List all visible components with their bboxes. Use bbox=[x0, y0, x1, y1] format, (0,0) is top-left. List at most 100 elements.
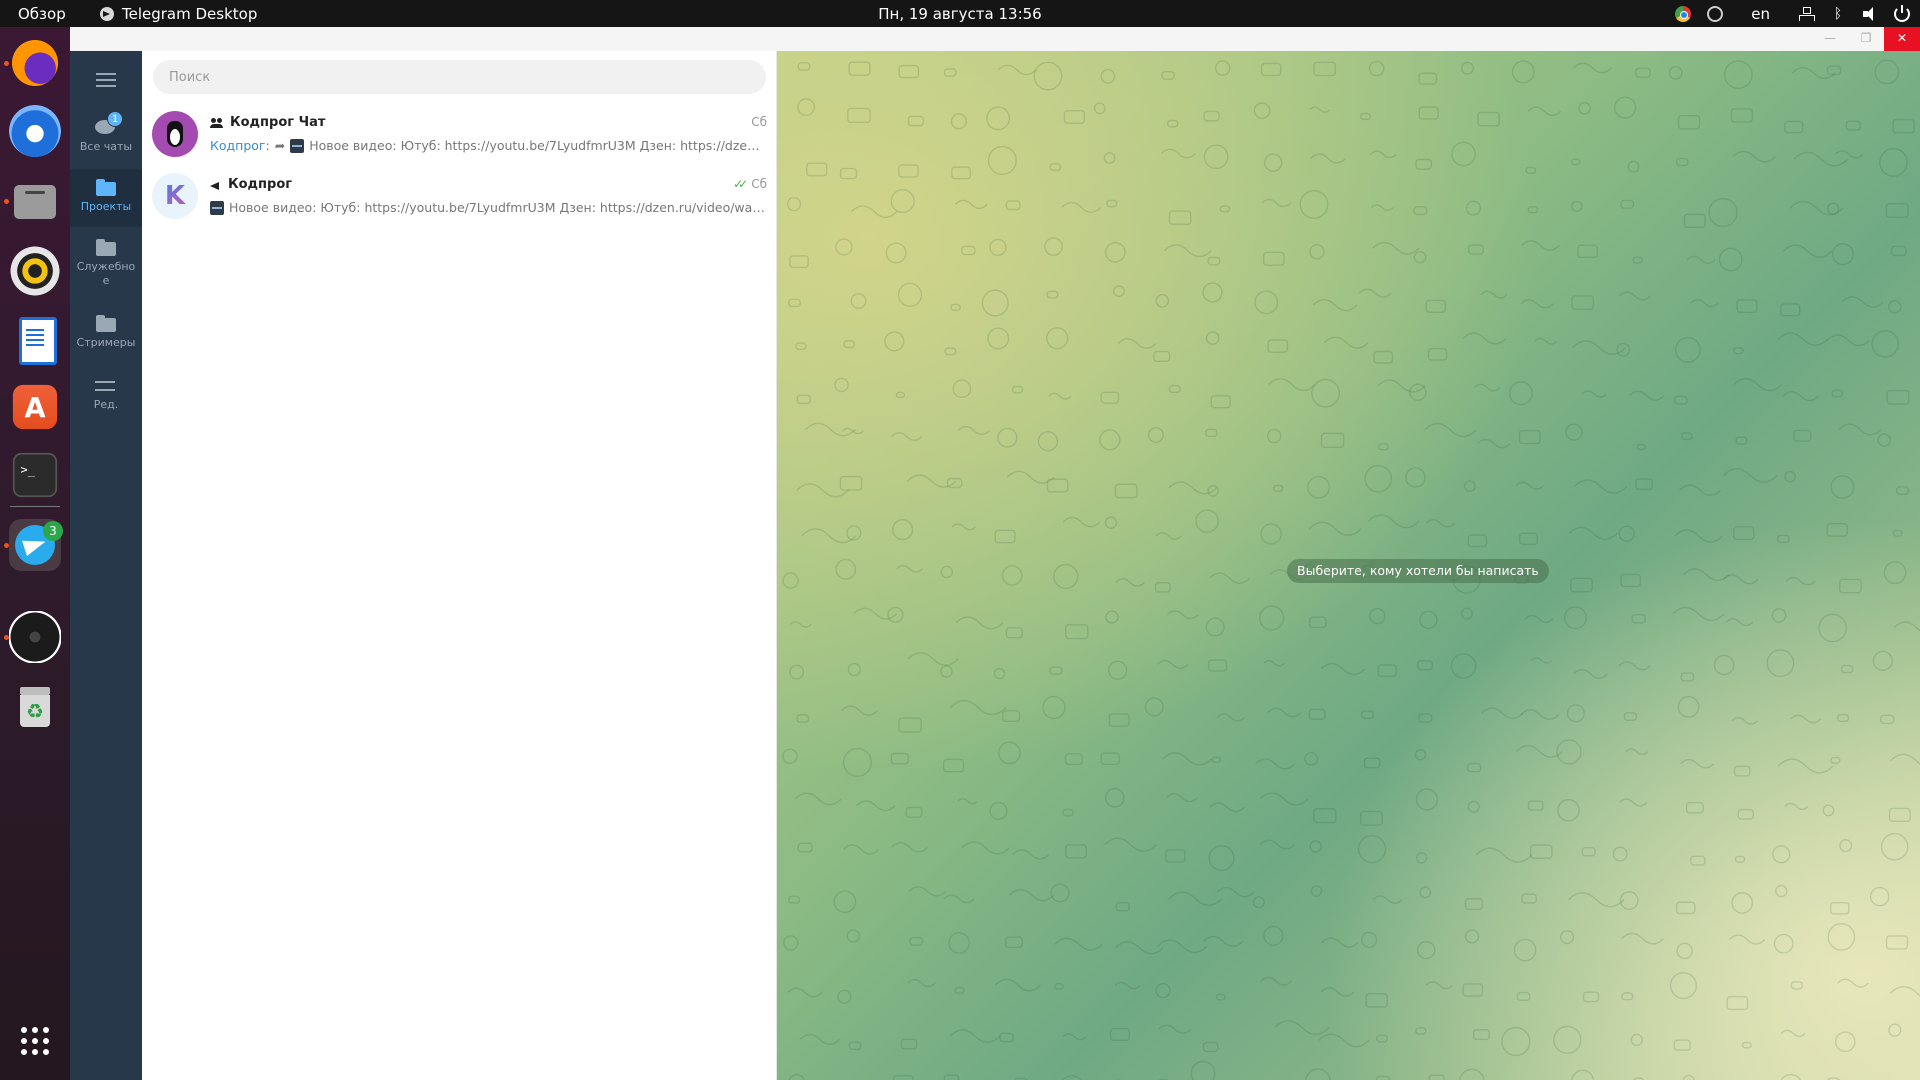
minimize-button[interactable]: — bbox=[1812, 27, 1848, 51]
maximize-button[interactable]: ❐ bbox=[1848, 27, 1884, 51]
wallpaper-doodle bbox=[1520, 709, 1560, 720]
wallpaper-doodle bbox=[1046, 290, 1059, 299]
wallpaper-doodle bbox=[1114, 483, 1138, 499]
wallpaper-doodle bbox=[1261, 198, 1292, 208]
wallpaper-doodle bbox=[1627, 160, 1640, 173]
wallpaper-doodle bbox=[957, 798, 979, 805]
wallpaper-doodle bbox=[1414, 748, 1427, 761]
obs-studio-icon[interactable] bbox=[9, 611, 61, 663]
wallpaper-doodle bbox=[1005, 627, 1023, 639]
wallpaper-doodle bbox=[1254, 290, 1279, 315]
folder-projects[interactable]: Проекты bbox=[70, 169, 142, 227]
chrome-indicator-icon[interactable] bbox=[1675, 5, 1692, 22]
folder-edit[interactable]: Ред. bbox=[70, 369, 142, 427]
wallpaper-doodle bbox=[1323, 336, 1369, 349]
wallpaper-doodle bbox=[1476, 438, 1511, 449]
wallpaper-doodle bbox=[1880, 714, 1895, 725]
wallpaper-doodle bbox=[890, 189, 915, 214]
wallpaper-doodle bbox=[1462, 983, 1484, 997]
wallpaper-doodle bbox=[1682, 1074, 1695, 1080]
wallpaper-doodle bbox=[1037, 431, 1059, 452]
wallpaper-doodle bbox=[788, 298, 801, 308]
files-icon[interactable] bbox=[9, 175, 61, 227]
hamburger-menu-icon[interactable] bbox=[96, 73, 116, 87]
wallpaper-doodle bbox=[1782, 391, 1819, 402]
wallpaper-doodle bbox=[1775, 884, 1788, 898]
wallpaper-doodle bbox=[1214, 60, 1231, 76]
wallpaper-doodle bbox=[1463, 480, 1476, 493]
libreoffice-writer-icon[interactable] bbox=[9, 313, 61, 365]
thunderbird-icon[interactable] bbox=[9, 105, 61, 157]
wallpaper-doodle bbox=[1049, 666, 1063, 676]
trash-icon[interactable] bbox=[9, 681, 61, 733]
wallpaper-doodle bbox=[1263, 659, 1285, 667]
folder-streamers[interactable]: Стримеры bbox=[70, 307, 142, 365]
keyboard-layout-indicator[interactable]: en bbox=[1751, 5, 1770, 23]
obs-indicator-icon[interactable] bbox=[1707, 5, 1724, 22]
telegram-dock-icon[interactable]: 3 bbox=[9, 519, 63, 571]
wallpaper-doodle bbox=[1623, 712, 1638, 722]
wallpaper-doodle bbox=[1518, 429, 1541, 445]
rhythmbox-icon[interactable] bbox=[9, 245, 61, 297]
wallpaper-doodle bbox=[1115, 941, 1164, 955]
wallpaper-doodle bbox=[1416, 940, 1436, 960]
wallpaper-doodle bbox=[847, 107, 871, 124]
wallpaper-doodle bbox=[1673, 395, 1688, 405]
volume-icon[interactable] bbox=[1862, 6, 1878, 22]
wallpaper-doodle bbox=[1308, 708, 1326, 720]
wallpaper-doodle bbox=[957, 425, 991, 436]
close-button[interactable]: ✕ bbox=[1884, 27, 1920, 51]
wallpaper-doodle bbox=[1202, 282, 1223, 303]
wallpaper-doodle bbox=[891, 842, 929, 853]
clock[interactable]: Пн, 19 августа 13:56 bbox=[0, 5, 1920, 23]
wallpaper-doodle bbox=[1263, 925, 1284, 947]
wallpaper-doodle bbox=[1427, 347, 1448, 361]
bluetooth-icon[interactable]: ᛒ bbox=[1830, 6, 1846, 22]
wallpaper-doodle bbox=[1785, 576, 1816, 586]
wallpaper-doodle bbox=[896, 564, 923, 573]
wallpaper-doodle bbox=[948, 932, 970, 954]
wallpaper-doodle bbox=[1568, 892, 1625, 908]
wallpaper-doodle bbox=[1360, 931, 1378, 948]
chat-item-kodprog[interactable]: K Кодпрог ✓✓ Сб Новое видео: Ютуб: https… bbox=[142, 165, 777, 227]
wallpaper-doodle bbox=[943, 68, 957, 77]
wallpaper-doodle bbox=[1515, 481, 1544, 490]
network-icon[interactable] bbox=[1798, 6, 1815, 22]
folder-icon bbox=[95, 239, 117, 256]
wallpaper-doodle bbox=[1215, 993, 1226, 1001]
wallpaper-doodle bbox=[1675, 157, 1689, 167]
folder-service[interactable]: Служебное bbox=[70, 231, 142, 301]
wallpaper-doodle bbox=[1377, 664, 1397, 677]
wallpaper-doodle bbox=[1527, 106, 1562, 117]
wallpaper-doodle bbox=[1418, 713, 1433, 723]
app-menu[interactable]: Telegram Desktop bbox=[100, 5, 257, 23]
activities-button[interactable]: Обзор bbox=[18, 5, 66, 23]
wallpaper-doodle bbox=[1501, 1026, 1531, 1057]
folder-all-chats[interactable]: 1 Все чаты bbox=[70, 111, 142, 169]
wallpaper-doodle bbox=[1675, 901, 1696, 915]
power-icon[interactable] bbox=[1894, 4, 1910, 22]
wallpaper-doodle bbox=[1735, 436, 1748, 445]
wallpaper-doodle bbox=[1260, 976, 1292, 986]
wallpaper-doodle bbox=[1054, 937, 1104, 951]
wallpaper-doodle bbox=[890, 752, 909, 765]
wallpaper-doodle bbox=[1364, 464, 1393, 493]
chat-item-kodprog-chat[interactable]: Кодпрог Чат Сб Кодпрог: ➦ Новое видео: Ю… bbox=[142, 103, 777, 165]
firefox-icon[interactable] bbox=[9, 37, 61, 89]
telegram-icon bbox=[100, 7, 114, 21]
title-bar[interactable]: — ❐ ✕ bbox=[70, 27, 1920, 51]
wallpaper-doodle bbox=[1722, 574, 1759, 585]
terminal-glyph: >_ bbox=[20, 463, 35, 477]
wallpaper-doodle bbox=[898, 64, 920, 79]
wallpaper-doodle bbox=[1679, 484, 1721, 497]
wallpaper-doodle bbox=[783, 935, 799, 951]
wallpaper-doodle bbox=[1472, 1029, 1490, 1041]
show-apps-icon[interactable] bbox=[21, 1027, 49, 1055]
ubuntu-software-icon[interactable]: A bbox=[12, 384, 58, 430]
wallpaper-doodle bbox=[839, 475, 863, 491]
wallpaper-doodle bbox=[950, 303, 961, 312]
search-input[interactable] bbox=[153, 60, 766, 94]
terminal-icon[interactable]: >_ bbox=[12, 452, 58, 498]
wallpaper-doodle bbox=[1890, 245, 1907, 257]
wallpaper-doodle bbox=[1618, 291, 1651, 301]
